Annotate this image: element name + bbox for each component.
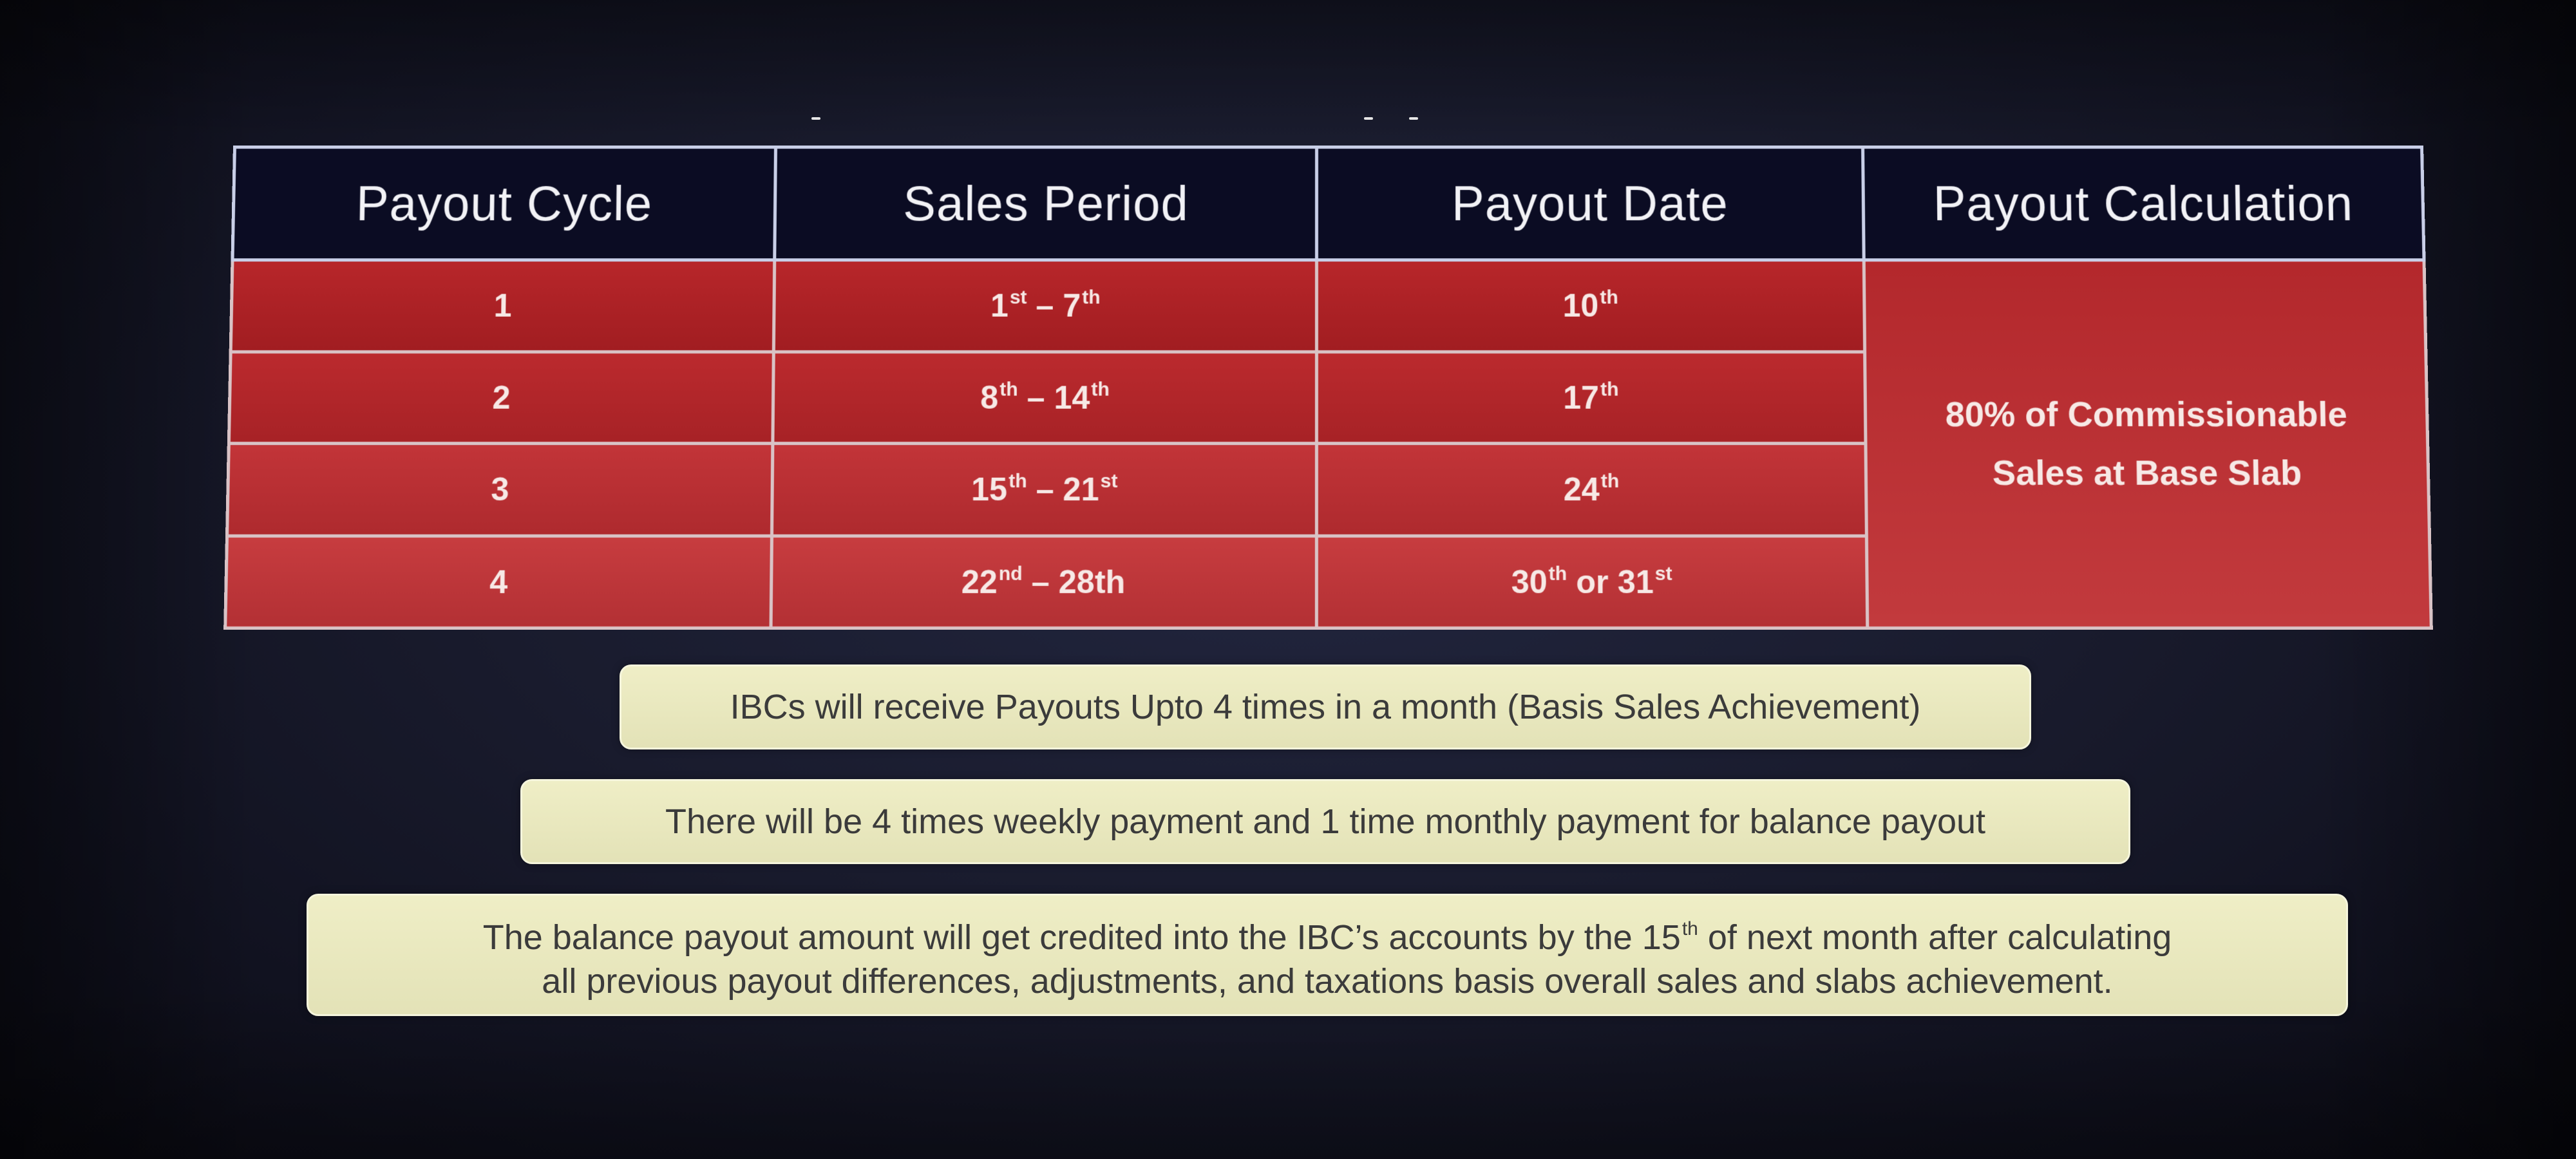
cycle-cell: 2 — [229, 351, 774, 444]
balance-payout-note: The balance payout amount will get credi… — [307, 894, 2348, 1016]
note-line-1: The balance payout amount will get credi… — [482, 918, 2172, 957]
slide-tick-mark — [1409, 117, 1418, 120]
sales-period-cell: 1st – 7th — [773, 259, 1317, 352]
calculation-line-2: Sales at Base Slab — [1992, 453, 2302, 493]
header-payout-calculation: Payout Calculation — [1862, 147, 2425, 260]
payout-date-cell: 24th — [1316, 443, 1867, 536]
cycle-cell: 4 — [225, 535, 772, 628]
sales-period-cell: 22nd – 28th — [771, 535, 1317, 628]
slide-tick-mark — [1364, 117, 1373, 120]
header-payout-cycle: Payout Cycle — [232, 147, 776, 260]
payout-date-cell: 10th — [1316, 259, 1865, 352]
slide-tick-mark — [811, 117, 820, 120]
payout-calculation-cell: 80% of Commissionable Sales at Base Slab — [1864, 259, 2432, 628]
sales-period-cell: 15th – 21st — [772, 443, 1317, 536]
cycle-cell: 1 — [231, 259, 775, 352]
payout-date-cell: 17th — [1316, 351, 1866, 444]
payout-frequency-note: IBCs will receive Payouts Upto 4 times i… — [620, 664, 2031, 749]
weekly-monthly-payment-note: There will be 4 times weekly payment and… — [520, 779, 2130, 864]
payout-schedule-table: Payout Cycle Sales Period Payout Date Pa… — [223, 146, 2433, 630]
calculation-line-1: 80% of Commissionable — [1945, 395, 2348, 434]
header-payout-date: Payout Date — [1316, 147, 1864, 260]
table-header-row: Payout Cycle Sales Period Payout Date Pa… — [232, 147, 2425, 260]
cycle-cell: 3 — [227, 443, 773, 536]
table-row: 1 1st – 7th 10th 80% of Commissionable S… — [231, 259, 2432, 628]
note-text: There will be 4 times weekly payment and… — [665, 802, 1986, 841]
header-sales-period: Sales Period — [774, 147, 1317, 260]
payout-date-cell: 30th or 31st — [1316, 535, 1868, 628]
note-line-2: all previous payout differences, adjustm… — [542, 961, 2113, 1001]
note-text: IBCs will receive Payouts Upto 4 times i… — [730, 688, 1921, 726]
sales-period-cell: 8th – 14th — [772, 351, 1317, 444]
